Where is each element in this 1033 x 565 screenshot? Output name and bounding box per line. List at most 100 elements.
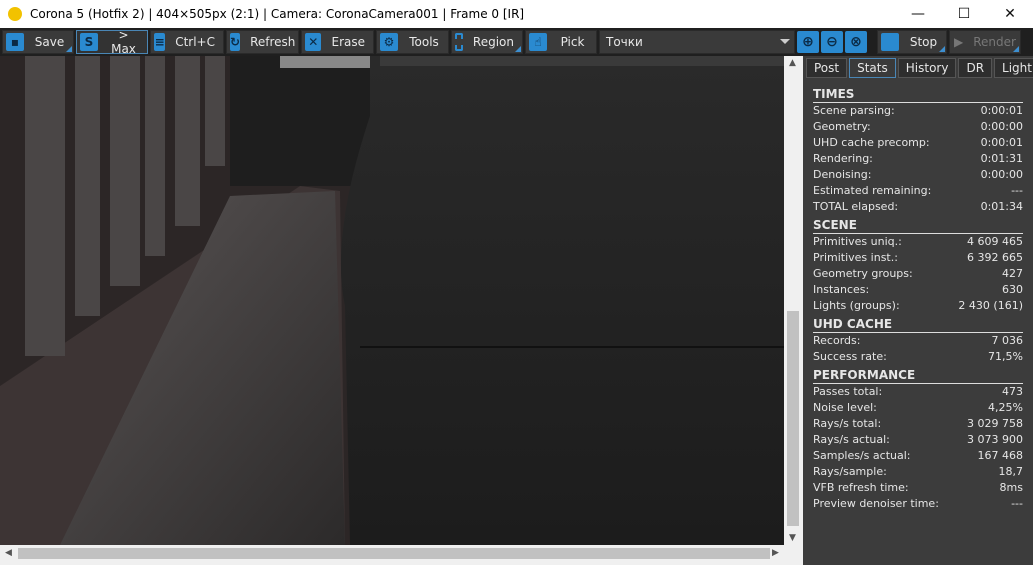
clipboard-icon: ≡ — [154, 33, 166, 51]
tab-dr[interactable]: DR — [958, 58, 993, 78]
max-logo-icon: S — [80, 33, 98, 51]
stat-row: Primitives inst.: 6 392 665 — [813, 250, 1023, 266]
zoom-reset-icon: ⊗ — [850, 34, 862, 50]
stat-value: 167 468 — [977, 449, 1024, 462]
zoom-in-icon: ⊕ — [802, 34, 814, 50]
stat-label: Rays/s actual: — [813, 433, 890, 446]
tab-history[interactable]: History — [897, 58, 957, 78]
render-button[interactable]: ▶ Render — [949, 30, 1021, 54]
channel-value: Точки — [606, 35, 643, 49]
stat-row: Scene parsing: 0:00:01 — [813, 103, 1023, 119]
refresh-button[interactable]: ↻ Refresh — [226, 30, 299, 54]
stat-row: Passes total: 473 — [813, 384, 1023, 400]
side-panel: PostStatsHistoryDRLightMix TIMESScene pa… — [803, 56, 1033, 565]
stat-value: 4,25% — [988, 401, 1023, 414]
stat-label: Estimated remaining: — [813, 184, 932, 197]
stat-row: Primitives uniq.: 4 609 465 — [813, 234, 1023, 250]
horizontal-scroll-thumb[interactable] — [18, 548, 770, 559]
stat-value: 630 — [1002, 283, 1023, 296]
stat-value: 4 609 465 — [967, 235, 1023, 248]
save-button[interactable]: ▪ Save — [2, 30, 74, 54]
tools-button[interactable]: ⚙ Tools — [376, 30, 449, 54]
stat-value: 7 036 — [991, 334, 1024, 347]
stat-row: UHD cache precomp: 0:00:01 — [813, 135, 1023, 151]
maximize-button[interactable]: ☐ — [941, 0, 987, 28]
stat-row: VFB refresh time: 8ms — [813, 480, 1023, 496]
stat-value: 0:01:34 — [980, 200, 1023, 213]
stat-label: Passes total: — [813, 385, 883, 398]
stat-row: Rendering: 0:01:31 — [813, 151, 1023, 167]
stat-value: 3 029 758 — [967, 417, 1023, 430]
stat-label: Geometry groups: — [813, 267, 913, 280]
stat-label: Lights (groups): — [813, 299, 900, 312]
stop-button[interactable]: Stop — [877, 30, 947, 54]
section-title: UHD CACHE — [813, 317, 1023, 333]
floppy-icon: ▪ — [6, 33, 24, 51]
render-viewport[interactable] — [0, 56, 784, 545]
stat-row: Preview denoiser time: --- — [813, 496, 1023, 512]
gear-icon: ⚙ — [380, 33, 398, 51]
stat-value: 0:00:00 — [980, 120, 1023, 133]
scroll-left-icon[interactable]: ◀ — [5, 548, 12, 558]
stat-row: Geometry groups: 427 — [813, 266, 1023, 282]
erase-button[interactable]: ✕ Erase — [301, 30, 374, 54]
erase-x-icon: ✕ — [305, 33, 322, 51]
tab-lightmix[interactable]: LightMix — [994, 58, 1033, 78]
stat-label: Records: — [813, 334, 861, 347]
stat-row: Lights (groups): 2 430 (161) — [813, 298, 1023, 314]
stat-value: 6 392 665 — [967, 251, 1023, 264]
zoom-in-button[interactable]: ⊕ — [797, 31, 819, 53]
vertical-scrollbar[interactable]: ▲ ▼ — [784, 56, 802, 545]
stat-row: Rays/sample: 18,7 — [813, 464, 1023, 480]
stat-row: Rays/s actual: 3 073 900 — [813, 432, 1023, 448]
stat-label: TOTAL elapsed: — [813, 200, 899, 213]
scroll-right-icon[interactable]: ▶ — [772, 548, 779, 558]
stat-value: 71,5% — [988, 350, 1023, 363]
region-button[interactable]: Region — [451, 30, 523, 54]
stat-value: 2 430 (161) — [958, 299, 1023, 312]
stat-row: Samples/s actual: 167 468 — [813, 448, 1023, 464]
section-title: PERFORMANCE — [813, 368, 1023, 384]
stat-label: Success rate: — [813, 350, 887, 363]
stat-value: 473 — [1002, 385, 1023, 398]
stat-label: Denoising: — [813, 168, 872, 181]
vertical-scroll-thumb[interactable] — [787, 311, 799, 526]
zoom-out-button[interactable]: ⊖ — [821, 31, 843, 53]
stat-row: Success rate: 71,5% — [813, 349, 1023, 365]
corona-logo-icon — [8, 7, 22, 21]
stat-label: Instances: — [813, 283, 870, 296]
play-icon: ▶ — [954, 35, 964, 49]
stat-label: Rays/s total: — [813, 417, 882, 430]
stop-square-icon — [881, 33, 899, 51]
pick-button[interactable]: ☝ Pick — [525, 30, 597, 54]
scroll-up-icon[interactable]: ▲ — [789, 58, 796, 68]
stats-panel: TIMES Scene parsing: 0:00:01 Geometry: 0:00:… — [803, 78, 1033, 512]
stat-label: Primitives inst.: — [813, 251, 898, 264]
zoom-out-icon: ⊖ — [826, 34, 838, 50]
stat-row: Geometry: 0:00:00 — [813, 119, 1023, 135]
stat-row: Denoising: 0:00:00 — [813, 167, 1023, 183]
tab-post[interactable]: Post — [806, 58, 848, 78]
stat-label: VFB refresh time: — [813, 481, 909, 494]
minimize-button[interactable]: — — [895, 0, 941, 28]
stat-label: UHD cache precomp: — [813, 136, 930, 149]
stat-label: Rays/sample: — [813, 465, 887, 478]
stat-label: Samples/s actual: — [813, 449, 911, 462]
stat-row: Noise level: 4,25% — [813, 400, 1023, 416]
render-image — [0, 56, 784, 545]
scroll-down-icon[interactable]: ▼ — [789, 533, 796, 543]
stat-value: --- — [1011, 184, 1023, 197]
max-button[interactable]: S > Max — [76, 28, 148, 56]
stat-value: 0:00:00 — [980, 168, 1023, 181]
stat-label: Preview denoiser time: — [813, 497, 939, 510]
tab-stats[interactable]: Stats — [849, 58, 896, 78]
horizontal-scrollbar[interactable]: ◀ ▶ — [0, 545, 802, 562]
stat-value: 3 073 900 — [967, 433, 1023, 446]
close-button[interactable]: ✕ — [987, 0, 1033, 28]
chevron-down-icon — [780, 39, 790, 44]
zoom-reset-button[interactable]: ⊗ — [845, 31, 867, 53]
copy-button[interactable]: ≡ Ctrl+C — [150, 30, 224, 54]
stat-label: Primitives uniq.: — [813, 235, 902, 248]
stat-row: TOTAL elapsed: 0:01:34 — [813, 199, 1023, 215]
channel-select[interactable]: Точки — [599, 30, 795, 54]
